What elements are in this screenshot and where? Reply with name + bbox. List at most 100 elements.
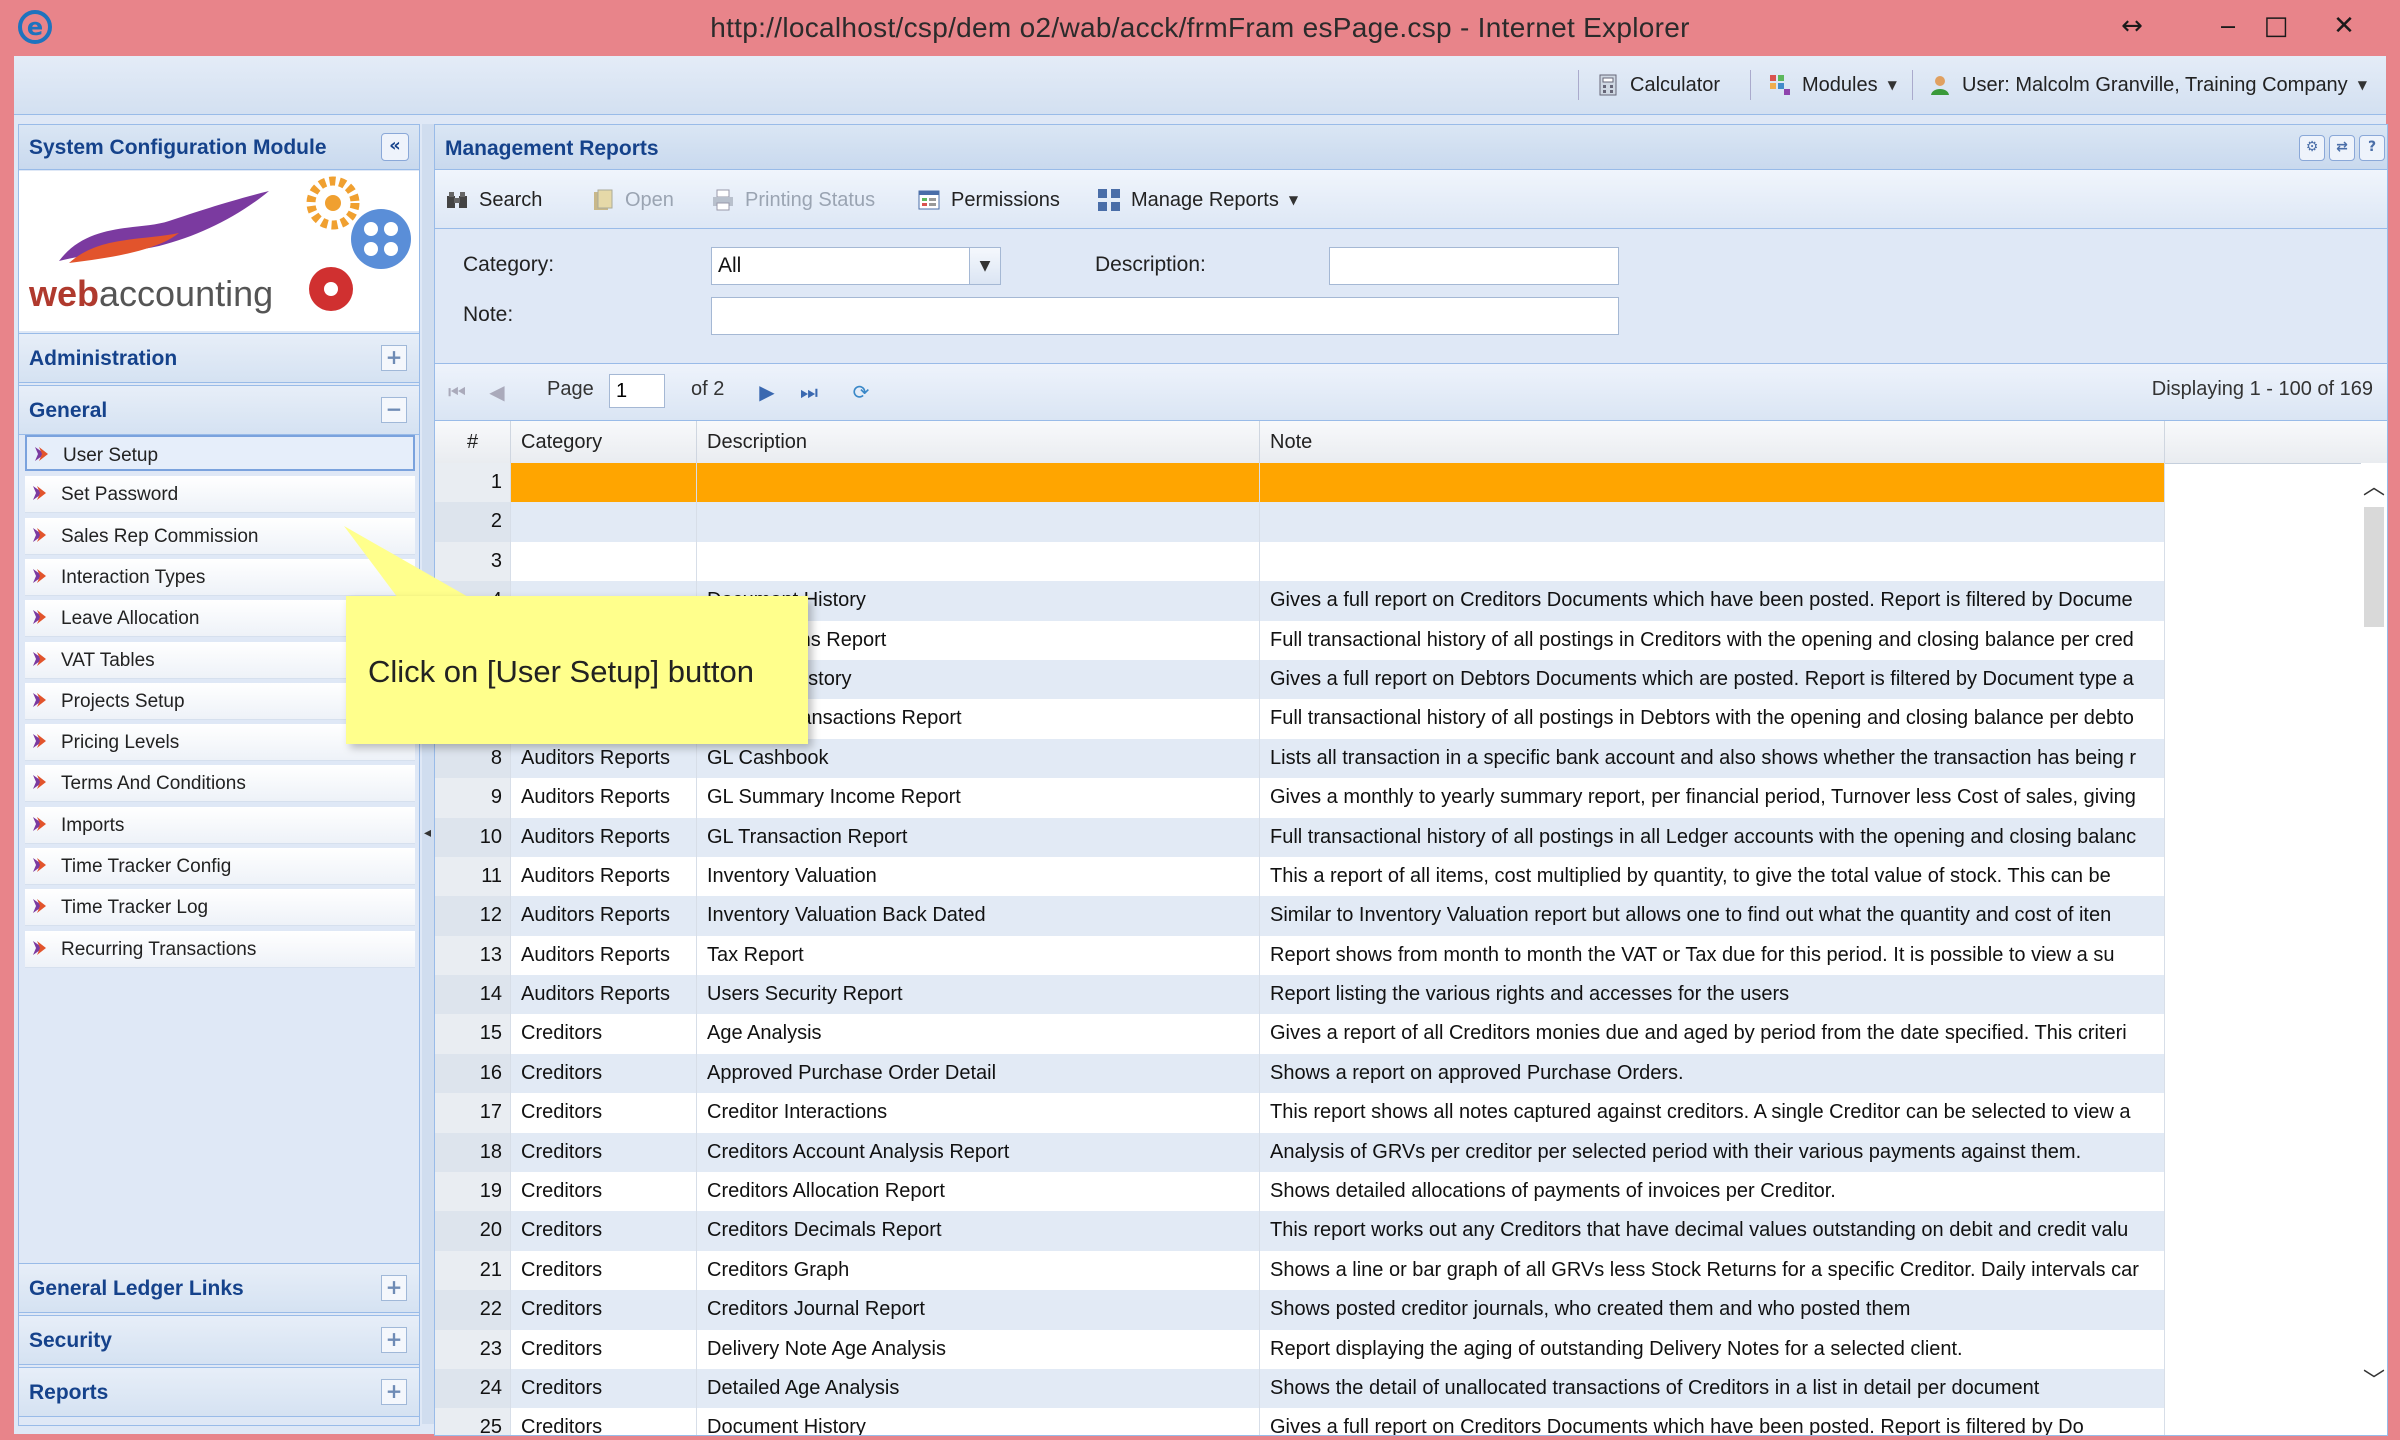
maximize-button[interactable]: □ [2254,6,2298,46]
security-section-header[interactable]: Security + [19,1315,419,1365]
category-cell: Creditors [511,1368,697,1409]
note-cell: Shows detailed allocations of payments o… [1260,1172,2165,1212]
filter-form: Category: All ▼ Description: Note: [435,229,2387,364]
modules-menu-button[interactable]: Modules ▼ [1768,70,1897,100]
arrow-right-icon [33,734,46,749]
expand-icon[interactable]: + [381,1327,407,1353]
panel-splitter[interactable]: ◂ [422,124,434,1424]
manage-reports-button[interactable]: Manage Reports ▼ [1097,185,1298,215]
note-cell: Gives a full report on Debtors Documents… [1260,659,2165,700]
table-row[interactable]: 1 [435,463,2165,503]
category-select[interactable]: All ▼ [711,247,1001,285]
table-row[interactable]: 14 Auditors Reports Users Security Report R… [435,975,2165,1015]
note-cell: Report shows from month to month the VAT… [1260,935,2165,976]
expand-icon[interactable]: + [381,1275,407,1301]
table-row[interactable]: 21 Creditors Creditors Graph Shows a line o… [435,1250,2165,1291]
administration-section-header[interactable]: Administration + [19,333,419,383]
table-row[interactable]: 12 Auditors Reports Inventory Valuation Ba… [435,896,2165,936]
permissions-button[interactable]: Permissions [917,185,1060,215]
expand-icon[interactable]: + [381,1379,407,1405]
expand-icon[interactable]: + [381,345,407,371]
separator [1578,70,1579,100]
help-icon[interactable]: ? [2359,135,2385,161]
menu-item-user-setup[interactable]: User Setup [25,435,415,471]
table-row[interactable]: 15 Creditors Age Analysis Gives a report of… [435,1014,2165,1054]
search-button[interactable]: Search [445,185,542,215]
first-page-icon[interactable]: ⏮ [445,380,469,404]
last-page-icon[interactable]: ⏭ [797,380,821,404]
table-row[interactable]: 17 Creditors Creditor Interactions This rep… [435,1093,2165,1133]
paging-toolbar: ⏮ ◀ Page of 2 ▶ ⏭ ⟳ Displaying 1 - 100 o… [435,364,2387,421]
general-section-header[interactable]: General − [19,385,419,435]
arrow-right-icon [35,447,48,461]
restore-size-icon[interactable]: ↔ [2110,6,2154,46]
table-row[interactable]: 13 Auditors Reports Tax Report Report shows… [435,935,2165,976]
arrow-right-icon [33,692,46,707]
displaying-status: Displaying 1 - 100 of 169 [2151,378,2373,400]
scroll-down-icon[interactable]: ﹀ [2361,1363,2387,1394]
page-number-input[interactable] [609,374,665,408]
row-number-cell: 13 [435,935,511,976]
category-cell: Creditors [511,1014,697,1054]
gear-icon[interactable]: ⚙ [2299,135,2325,161]
table-row[interactable]: 24 Creditors Detailed Age Analysis Shows th… [435,1368,2165,1409]
previous-page-icon[interactable]: ◀ [485,380,509,404]
arrow-right-icon [33,775,46,790]
gl-links-section-header[interactable]: General Ledger Links + [19,1263,419,1313]
refresh-icon[interactable]: ⟳ [849,380,873,404]
section-title: Administration [29,347,178,370]
table-row[interactable]: 2 [435,502,2165,542]
table-row[interactable]: 19 Creditors Creditors Allocation Report Sh… [435,1172,2165,1212]
note-cell: Gives a report of all Creditors monies d… [1260,1014,2165,1054]
minimize-button[interactable]: ‒ [2206,6,2250,46]
printing-status-button[interactable]: Printing Status [711,185,875,215]
menu-item-label: Projects Setup [61,690,185,712]
column-header-number[interactable]: # [435,421,511,463]
table-row[interactable]: 3 [435,541,2165,582]
reports-section-header[interactable]: Reports + [19,1367,419,1417]
table-row[interactable]: 22 Creditors Creditors Journal Report Shows… [435,1290,2165,1330]
menu-item-terms-and-conditions[interactable]: Terms And Conditions [25,765,415,803]
close-button[interactable]: ✕ [2322,6,2366,46]
table-row[interactable]: 9 Auditors Reports GL Summary Income Repor… [435,778,2165,818]
menu-item-label: VAT Tables [61,649,155,671]
column-header-description[interactable]: Description [697,421,1260,463]
row-number-cell: 1 [435,463,511,503]
description-cell: Creditors Graph [697,1250,1260,1291]
table-row[interactable]: 25 Creditors Document History Gives a full … [435,1408,2165,1435]
logo-accounting-text: accounting [99,273,274,314]
row-number-cell: 9 [435,778,511,818]
chevron-down-icon: ▼ [2357,78,2367,92]
table-row[interactable]: 20 Creditors Creditors Decimals Report This… [435,1211,2165,1251]
open-button[interactable]: Open [591,185,674,215]
calculator-button[interactable]: Calculator [1596,70,1720,100]
collapse-panel-button[interactable]: « [381,133,409,161]
menu-item-time-tracker-log[interactable]: Time Tracker Log [25,889,415,927]
chevron-down-icon[interactable]: ▼ [969,248,1000,284]
menu-item-imports[interactable]: Imports [25,806,415,844]
scroll-up-icon[interactable]: ︿ [2361,469,2387,500]
description-cell: Inventory Valuation Back Dated [697,896,1260,936]
table-row[interactable]: 8 Auditors Reports GL Cashbook Lists all tr… [435,738,2165,779]
page-count-label: of 2 [691,378,725,400]
next-page-icon[interactable]: ▶ [755,380,779,404]
collapse-icon[interactable]: − [381,397,407,423]
scrollbar-thumb[interactable] [2364,507,2384,627]
table-row[interactable]: 23 Creditors Delivery Note Age Analysis Rep… [435,1329,2165,1369]
menu-item-recurring-transactions[interactable]: Recurring Transactions [25,930,415,968]
table-row[interactable]: 10 Auditors Reports GL Transaction Report F… [435,817,2165,857]
note-input[interactable] [711,297,1619,335]
column-header-note[interactable]: Note [1260,421,2165,463]
menu-item-set-password[interactable]: Set Password [25,476,415,514]
table-row[interactable]: 16 Creditors Approved Purchase Order Detai… [435,1053,2165,1094]
vertical-scrollbar[interactable]: ︿ ﹀ [2361,463,2387,1435]
description-cell: GL Summary Income Report [697,778,1260,818]
table-row[interactable]: 18 Creditors Creditors Account Analysis Re… [435,1132,2165,1173]
table-row[interactable]: 11 Auditors Reports Inventory Valuation Thi… [435,856,2165,897]
user-menu-button[interactable]: User: Malcolm Granville, Training Compan… [1928,70,2367,100]
column-header-category[interactable]: Category [511,421,697,463]
description-input[interactable] [1329,247,1619,285]
menu-item-label: Pricing Levels [61,732,180,754]
menu-item-time-tracker-config[interactable]: Time Tracker Config [25,848,415,885]
refresh-icon[interactable]: ⇄ [2329,135,2355,161]
